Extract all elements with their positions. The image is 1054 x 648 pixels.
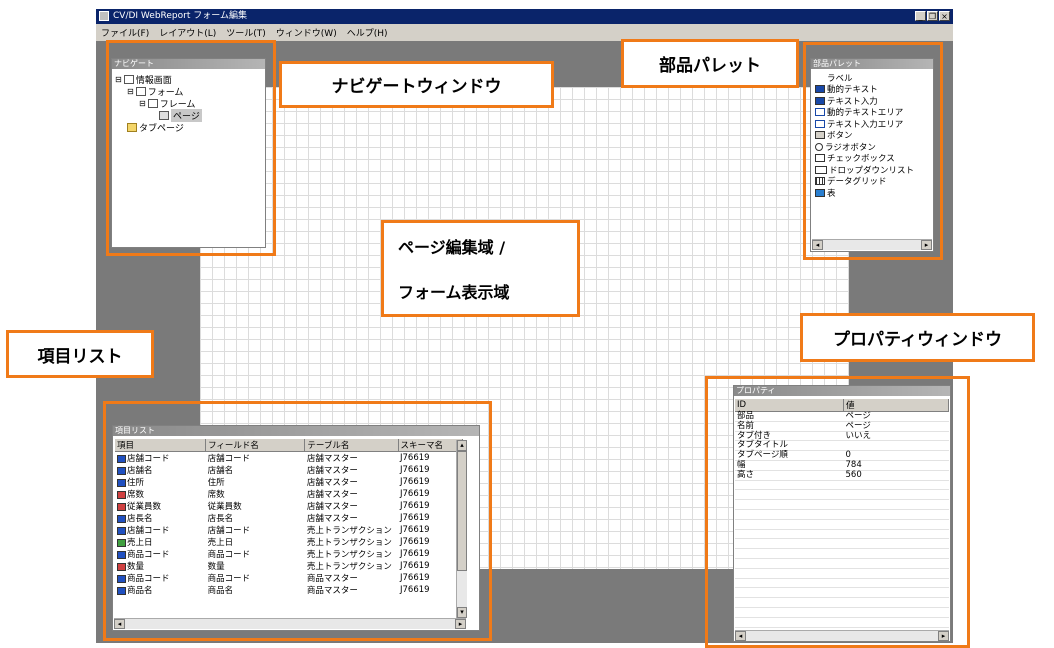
- menu-file[interactable]: ファイル(F): [96, 26, 154, 39]
- navigator-highlight: [106, 40, 276, 256]
- callout-editor-line2: フォーム表示域: [398, 283, 510, 303]
- app-icon: [99, 11, 109, 21]
- menu-help[interactable]: ヘルプ(H): [342, 26, 393, 39]
- menu-tools[interactable]: ツール(T): [221, 26, 271, 39]
- minimize-button[interactable]: _: [915, 11, 926, 21]
- menu-window[interactable]: ウィンドウ(W): [271, 26, 342, 39]
- callout-properties: プロパティウィンドウ: [800, 313, 1035, 362]
- menu-layout[interactable]: レイアウト(L): [154, 26, 221, 39]
- close-button[interactable]: ×: [939, 11, 950, 21]
- callout-editor-line1: ページ編集域 /: [398, 237, 506, 257]
- title-bar: CV/DI WebReport フォーム編集 _ ❐ ×: [96, 9, 953, 24]
- fieldlist-highlight: [103, 401, 492, 641]
- callout-navigator: ナビゲートウィンドウ: [279, 61, 554, 108]
- maximize-button[interactable]: ❐: [927, 11, 938, 21]
- menu-bar: ファイル(F) レイアウト(L) ツール(T) ウィンドウ(W) ヘルプ(H): [96, 24, 953, 41]
- callout-editor: ページ編集域 / フォーム表示域: [381, 220, 580, 317]
- properties-highlight: [705, 376, 970, 648]
- palette-highlight: [803, 42, 943, 260]
- callout-fieldlist: 項目リスト: [6, 330, 154, 378]
- callout-palette: 部品パレット: [621, 39, 799, 88]
- window-title: CV/DI WebReport フォーム編集: [113, 11, 247, 21]
